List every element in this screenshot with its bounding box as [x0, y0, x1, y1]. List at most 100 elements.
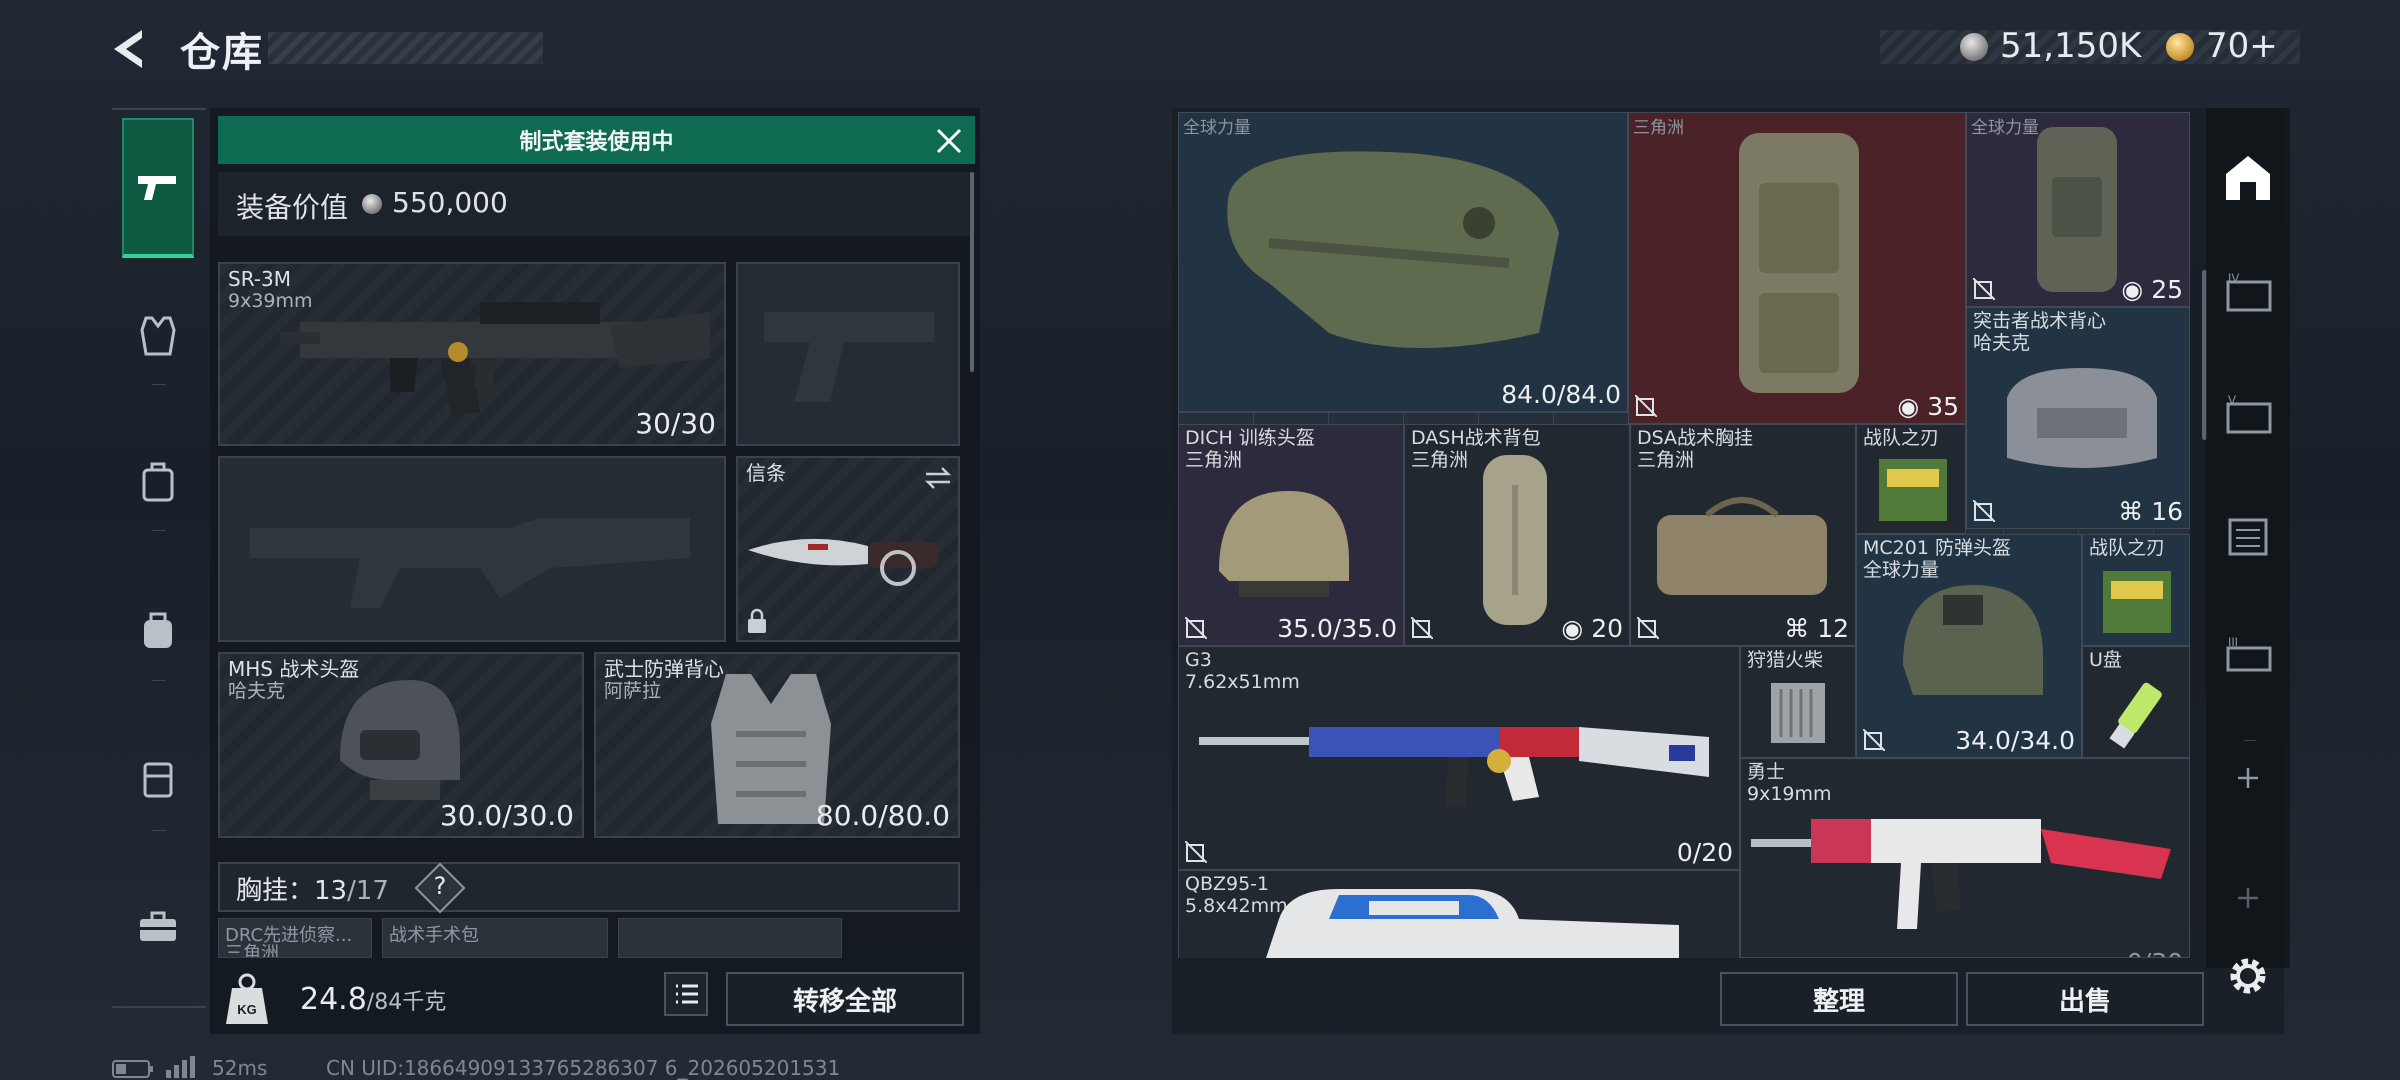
sidebar-divider: [152, 830, 166, 831]
silver-balance: 51,150K: [2000, 26, 2142, 66]
bag-icon: [2007, 368, 2157, 468]
stash-item-backpack[interactable]: 全球力量 ◉ 25: [1966, 112, 2190, 307]
stash-item-smg[interactable]: 勇士 9x19mm 0/30: [1740, 758, 2190, 958]
gold-balance[interactable]: 70+: [2206, 26, 2278, 66]
back-button[interactable]: [108, 26, 154, 72]
stash-item-helmet[interactable]: MC201 防弹头盔 全球力量 34.0/34.0: [1856, 534, 2082, 758]
stash-item-rifle[interactable]: G3 7.62x51mm 0/20: [1178, 646, 1740, 870]
chest-rig-used: 13: [314, 876, 348, 906]
stash-item-book[interactable]: 战队之刃: [1856, 424, 1966, 534]
add-tab-button[interactable]: [2218, 870, 2278, 926]
svg-text:V: V: [2228, 394, 2236, 407]
sidebar-item-weapons[interactable]: [122, 118, 194, 258]
capacity-count: 35: [1927, 392, 1959, 421]
sidebar-item-chest-rig[interactable]: [122, 422, 194, 542]
stash-item-helmet[interactable]: DICH 训练头盔 三角洲 35.0/35.0: [1178, 424, 1404, 646]
capacity-value: ⌘ 12: [1784, 614, 1849, 643]
stash-item-rifle[interactable]: QBZ95-1 5.8x42mm: [1178, 870, 1740, 958]
slot-item-name: 信条: [746, 461, 786, 485]
swap-icon[interactable]: [924, 466, 952, 490]
helmet-icon: [1219, 491, 1349, 597]
close-icon: [936, 128, 962, 154]
item-name: 狩猎火柴: [1747, 649, 1824, 671]
stash-item-matches[interactable]: 狩猎火柴: [1740, 646, 1856, 758]
settings-button[interactable]: [2224, 952, 2272, 1000]
pouch-slot[interactable]: 战术手术包: [382, 918, 608, 958]
stash-tab-1[interactable]: IV: [2218, 266, 2278, 322]
pistol-silhouette-icon: [764, 312, 934, 402]
kit-status-banner: 制式套装使用中: [218, 116, 975, 164]
durability-value: 35.0/35.0: [1277, 614, 1397, 643]
stash-tab-all[interactable]: [2218, 150, 2278, 206]
backpack-icon: [2037, 127, 2117, 292]
chest-rig-capacity: 胸挂：13/17: [236, 870, 389, 907]
ping-readout: 52ms: [212, 1056, 268, 1080]
chest-rig-max: /17: [347, 876, 389, 906]
stash-tab-4[interactable]: III: [2218, 628, 2278, 684]
vest-icon: [140, 316, 176, 356]
secondary-weapon-slot[interactable]: [218, 456, 726, 642]
pouch-origin: 三角洲: [225, 943, 279, 958]
primary-weapon-slot[interactable]: SR-3M 9x39mm 30/30: [218, 262, 726, 446]
stash-item-book[interactable]: 战队之刃: [2082, 534, 2190, 646]
ammo-count: 0/30: [2127, 948, 2183, 957]
item-origin: 哈夫克: [1973, 332, 2031, 354]
list-icon: [676, 984, 698, 1004]
sidebar-item-backpack[interactable]: [122, 570, 194, 690]
list-view-button[interactable]: [664, 972, 708, 1016]
stash-tab-icon: III: [2226, 635, 2272, 672]
durability-value: 34.0/34.0: [1955, 726, 2075, 755]
stash-item-usb[interactable]: U盘: [2082, 646, 2190, 758]
helmet-icon: [1903, 585, 2043, 695]
vest-icon: [1227, 151, 1559, 348]
sell-button[interactable]: 出售: [1966, 972, 2204, 1026]
item-tag: 三角洲: [1633, 118, 1684, 138]
equipment-value-label: 装备价值: [236, 191, 349, 224]
page-title: 仓库: [180, 30, 264, 76]
book-icon: [1879, 459, 1947, 521]
helmet-slot[interactable]: MHS 战术头盔 哈夫克 30.0/30.0: [218, 652, 584, 838]
add-tab-button[interactable]: [2218, 750, 2278, 806]
smg-icon: [1751, 819, 2171, 929]
bag-icon: [1657, 497, 1827, 595]
no-drop-icon: [1863, 729, 1885, 751]
capacity-count: 20: [1591, 614, 1623, 643]
signal-icon: [166, 1056, 196, 1078]
stash-item-chest-rig[interactable]: DSA战术胸挂 三角洲 ⌘ 12: [1630, 424, 1856, 646]
no-drop-icon: [1637, 617, 1659, 639]
sidearm-slot[interactable]: [736, 262, 960, 446]
durability-value: 80.0/80.0: [815, 799, 950, 832]
stash-tab-icon: V: [2226, 394, 2272, 434]
item-name: G3: [1185, 649, 1212, 671]
capacity-count: 16: [2151, 497, 2183, 526]
capacity-value: ◉ 25: [2121, 275, 2183, 304]
sidebar-item-armor[interactable]: [122, 276, 194, 396]
usb-drive-icon: [2109, 682, 2162, 749]
no-drop-icon: [1973, 500, 1995, 522]
stash-tab-2[interactable]: V: [2218, 388, 2278, 444]
body-armor-slot[interactable]: 武士防弹背心 阿萨拉 80.0/80.0: [594, 652, 960, 838]
item-origin: 三角洲: [1185, 449, 1243, 471]
item-caliber: 7.62x51mm: [1185, 671, 1300, 693]
stash-item-chest-rig[interactable]: 突击者战术背心 哈夫克 ⌘ 16: [1966, 307, 2190, 529]
sidebar-item-container[interactable]: [122, 718, 194, 838]
item-name: U盘: [2089, 649, 2122, 671]
transfer-all-button[interactable]: 转移全部: [726, 972, 964, 1026]
stash-item-backpack[interactable]: 三角洲 ◉ 35: [1628, 112, 1966, 424]
sidebar-divider: [152, 530, 166, 531]
sort-button[interactable]: 整理: [1720, 972, 1958, 1026]
stash-tab-3[interactable]: [2218, 508, 2278, 564]
pistol-icon: [138, 176, 176, 200]
sidebar-item-toolbox[interactable]: [122, 866, 194, 986]
close-button[interactable]: [932, 124, 966, 158]
stash-item-backpack[interactable]: DASH战术背包 三角洲 ◉ 20: [1404, 424, 1630, 646]
stash-item-armor-vest[interactable]: 全球力量 84.0/84.0: [1178, 112, 1628, 412]
scrollbar[interactable]: [970, 172, 974, 372]
item-origin: 三角洲: [1637, 449, 1695, 471]
pouch-slot[interactable]: [618, 918, 842, 958]
sidebar-divider: [2244, 740, 2256, 741]
item-name: 突击者战术背心: [1973, 310, 2107, 332]
melee-slot[interactable]: 信条: [736, 456, 960, 642]
pouch-slot[interactable]: DRC先进侦察... 三角洲: [218, 918, 372, 958]
chest-rig-label: 胸挂：: [236, 876, 315, 906]
